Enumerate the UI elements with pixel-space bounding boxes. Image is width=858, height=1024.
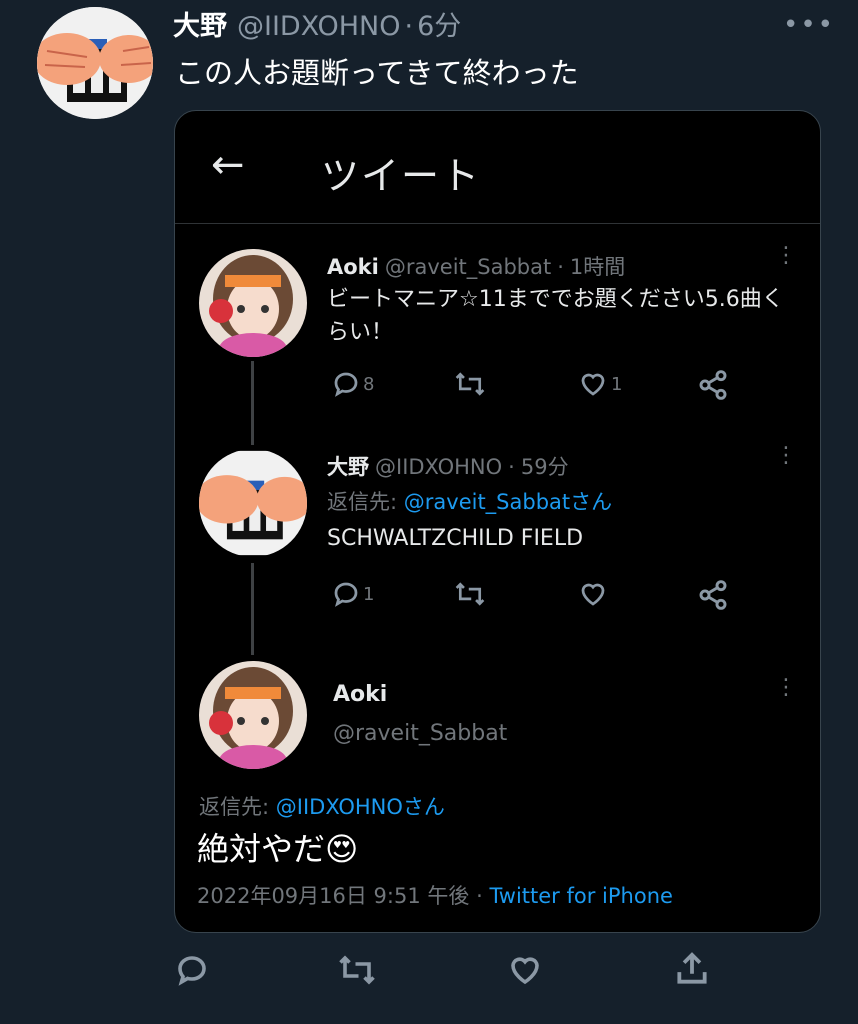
share-upload-icon bbox=[677, 952, 707, 984]
separator-dot: · bbox=[469, 884, 490, 908]
client-link: Twitter for iPhone bbox=[489, 884, 673, 908]
avatar bbox=[199, 661, 307, 769]
tweet-author: Aoki @raveit_Sabbat · 1時間 bbox=[327, 251, 625, 281]
author-display-name: 大野 bbox=[327, 455, 369, 479]
tweet-text: SCHWALTZCHILD FIELD bbox=[327, 526, 584, 551]
retweet-icon bbox=[455, 372, 485, 396]
back-arrow-icon: ← bbox=[211, 142, 245, 188]
like-action bbox=[577, 579, 609, 609]
avatar bbox=[199, 449, 307, 557]
tweet-date: 2022年09月16日 9:51 午後 bbox=[197, 884, 470, 908]
like-button[interactable] bbox=[506, 952, 544, 992]
reply-to-line: 返信先: @raveit_Sabbatさん bbox=[327, 486, 612, 516]
tweet-text: この人お題断ってきて終わった bbox=[175, 56, 579, 90]
reply-icon bbox=[334, 372, 358, 397]
tweet-meta: 2022年09月16日 9:51 午後 · Twitter for iPhone bbox=[197, 880, 673, 910]
reply-prefix: 返信先: bbox=[327, 490, 404, 514]
thread-line bbox=[251, 563, 254, 655]
reply-icon bbox=[178, 956, 206, 986]
share-action bbox=[697, 369, 729, 401]
main-tweet-words: 絶対やだ bbox=[197, 830, 326, 868]
avatar bbox=[199, 249, 307, 357]
header-title: ツイート bbox=[321, 154, 482, 198]
heart-icon bbox=[581, 583, 605, 606]
embed-header: ← ツイート bbox=[175, 111, 820, 224]
more-options-icon[interactable]: ••• bbox=[783, 10, 835, 40]
reply-action: 8 bbox=[331, 369, 374, 399]
author-display-name: Aoki bbox=[333, 682, 388, 707]
more-options-icon: ⋮ bbox=[775, 675, 797, 700]
tweet-text: ビートマニア☆11まででお題ください5.6曲くらい！ bbox=[327, 287, 784, 345]
reply-prefix: 返信先: bbox=[199, 795, 276, 819]
reply-button[interactable] bbox=[174, 952, 210, 992]
author-display-name[interactable]: 大野 bbox=[173, 11, 227, 42]
heart-eyes-emoji: 😍 bbox=[325, 830, 359, 868]
avatar[interactable] bbox=[37, 7, 153, 119]
author-handle: @raveit_Sabbat bbox=[333, 721, 508, 746]
retweet-action bbox=[453, 369, 487, 399]
author-name[interactable]: 大野 @IIDXOHNO · 6分 bbox=[173, 4, 461, 43]
like-count: 1 bbox=[611, 373, 623, 395]
thread-line bbox=[251, 361, 254, 445]
heart-icon bbox=[511, 957, 539, 985]
author-display-name: Aoki bbox=[327, 255, 379, 279]
tweet-time: 59分 bbox=[520, 455, 569, 479]
like-action: 1 bbox=[577, 369, 622, 399]
author-handle: @raveit_Sabbat bbox=[384, 255, 552, 279]
retweet-icon bbox=[339, 955, 375, 985]
tweet-time[interactable]: 6分 bbox=[417, 11, 461, 42]
reply-count: 8 bbox=[363, 373, 375, 395]
reply-count: 1 bbox=[363, 583, 375, 605]
share-icon bbox=[699, 580, 727, 610]
separator-dot: · bbox=[508, 455, 515, 479]
reply-icon bbox=[334, 582, 358, 607]
retweet-button[interactable] bbox=[336, 952, 378, 992]
reply-to-link: @IIDXOHNOさん bbox=[275, 795, 445, 819]
share-icon bbox=[699, 370, 727, 400]
author-handle: @IIDXOHNO bbox=[375, 455, 503, 479]
embedded-screenshot[interactable]: ← ツイート Aoki @raveit_Sabbat · 1時間 ⋮ ビートマニア☆1… bbox=[174, 110, 821, 933]
reply-action: 1 bbox=[331, 579, 374, 609]
separator-dot: · bbox=[557, 255, 564, 279]
main-tweet-text: 絶対やだ😍 bbox=[197, 824, 358, 870]
share-button[interactable] bbox=[673, 950, 711, 992]
author-handle[interactable]: @IIDXOHNO bbox=[237, 11, 401, 42]
more-options-icon: ⋮ bbox=[775, 443, 797, 468]
tweet-author: 大野 @IIDXOHNO · 59分 bbox=[327, 451, 569, 481]
reply-to-line: 返信先: @IIDXOHNOさん bbox=[199, 791, 445, 821]
retweet-action bbox=[453, 579, 487, 609]
tweet-time: 1時間 bbox=[569, 255, 626, 279]
more-options-icon: ⋮ bbox=[775, 243, 797, 268]
reply-to-link: @raveit_Sabbatさん bbox=[403, 490, 613, 514]
separator-dot: · bbox=[404, 11, 414, 42]
share-action bbox=[697, 579, 729, 611]
retweet-icon bbox=[455, 582, 485, 606]
heart-icon bbox=[581, 373, 605, 396]
